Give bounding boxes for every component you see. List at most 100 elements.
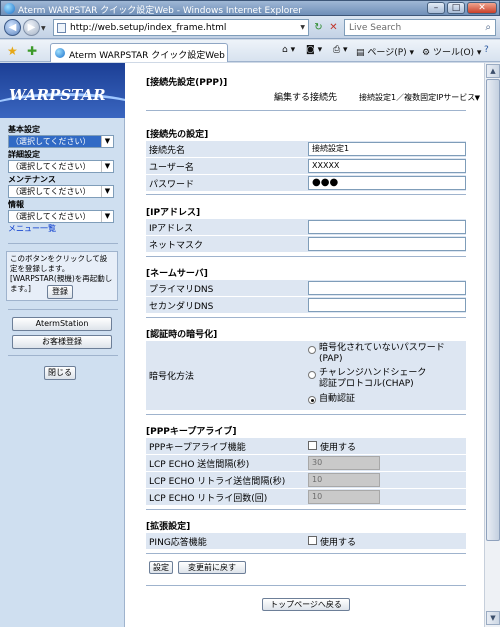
- feeds-icon[interactable]: ◙ ▾: [306, 45, 322, 55]
- username-input[interactable]: XXXXX: [308, 159, 466, 173]
- favorites-star-icon[interactable]: ★: [7, 44, 18, 58]
- username-label: ユーザー名: [149, 163, 194, 173]
- auth-label: 暗号化方法: [149, 372, 195, 382]
- search-icon[interactable]: ⌕: [485, 22, 491, 33]
- divider: [146, 256, 466, 257]
- lcp-retry-count-input[interactable]: 10: [308, 490, 380, 504]
- primary-dns-input[interactable]: [308, 281, 466, 295]
- ping-use-label: 使用する: [320, 538, 357, 548]
- maximize-button[interactable]: □: [447, 2, 465, 14]
- back-button[interactable]: ◀: [4, 19, 21, 36]
- lcp-interval-row: LCP ECHO 送信間隔(秒) 30: [146, 455, 466, 471]
- tools-menu-label: ツール(O): [432, 48, 475, 58]
- main-scrollbar[interactable]: ▲ ▼: [484, 63, 500, 627]
- menu-info-select[interactable]: （選択してください） ▼: [8, 210, 114, 223]
- divider: [8, 355, 118, 356]
- scroll-up-icon[interactable]: ▲: [486, 64, 500, 78]
- window-titlebar: Aterm WARPSTAR クイック設定Web - Windows Inter…: [0, 0, 500, 16]
- search-box[interactable]: Live Search ⌕: [344, 19, 496, 36]
- tab-page-icon: [55, 48, 65, 58]
- auth-pap-radio[interactable]: [308, 346, 316, 354]
- menu-basic: 基本設定 （選択してください） ▼: [8, 125, 114, 148]
- refresh-icon[interactable]: ↻: [311, 20, 326, 35]
- secondary-dns-input[interactable]: [308, 298, 466, 312]
- lcp-interval-input[interactable]: 30: [308, 456, 380, 470]
- ping-label: PING応答機能: [149, 538, 207, 548]
- edit-target-label: 編集する接続先: [274, 93, 338, 103]
- page-menu[interactable]: ▤ ページ(P) ▾: [356, 45, 414, 58]
- menu-info: 情報 （選択してください） ▼: [8, 200, 114, 223]
- register-button[interactable]: 登録: [47, 285, 73, 299]
- menu-advanced: 詳細設定 （選択してください） ▼: [8, 150, 114, 173]
- set-button[interactable]: 設定: [149, 561, 173, 574]
- menu-basic-label: 基本設定: [8, 125, 40, 134]
- ip-title: [IPアドレス]: [146, 208, 201, 218]
- tools-menu[interactable]: ⚙ ツール(O) ▾: [422, 45, 481, 58]
- auth-pap-text-2: (PAP): [319, 354, 343, 364]
- keepalive-use-label: 使用する: [320, 443, 357, 453]
- auth-auto-radio[interactable]: [308, 396, 316, 404]
- divider: [146, 553, 466, 554]
- menu-list-link[interactable]: メニュー一覧: [8, 223, 56, 234]
- aterm-station-button[interactable]: AtermStation: [12, 317, 112, 331]
- home-icon[interactable]: ⌂ ▾: [282, 45, 295, 55]
- auth-chap-text-2: 認証プロトコル(CHAP): [319, 379, 414, 389]
- forward-button[interactable]: ▶: [23, 19, 40, 36]
- lcp-retry-interval-input[interactable]: 10: [308, 473, 380, 487]
- divider: [146, 509, 466, 510]
- menu-advanced-select[interactable]: （選択してください） ▼: [8, 160, 114, 173]
- netmask-row: ネットマスク: [146, 236, 466, 252]
- secondary-dns-row: セカンダリDNS: [146, 297, 466, 313]
- menu-info-value: （選択してください）: [11, 212, 91, 221]
- netmask-input[interactable]: [308, 237, 466, 251]
- help-icon[interactable]: ?: [484, 45, 489, 55]
- back-to-top-button[interactable]: トップページへ戻る: [262, 598, 350, 611]
- edit-target-select[interactable]: 接続設定1／複数固定IPサービス ▼: [356, 91, 482, 105]
- chevron-down-icon: ▼: [101, 211, 113, 222]
- minimize-button[interactable]: –: [427, 2, 445, 14]
- close-button[interactable]: 閉じる: [44, 366, 76, 380]
- keepalive-title: [PPPキープアライブ]: [146, 427, 237, 437]
- ping-row: PING応答機能 使用する: [146, 533, 466, 549]
- ip-address-row: IPアドレス: [146, 219, 466, 235]
- conn-name-input[interactable]: 接続設定1: [308, 142, 466, 156]
- primary-dns-label: プライマリDNS: [149, 285, 214, 295]
- browser-tab[interactable]: Aterm WARPSTAR クイック設定Web: [50, 43, 228, 62]
- password-input[interactable]: ●●●: [308, 176, 466, 190]
- menu-advanced-value: （選択してください）: [11, 162, 91, 171]
- divider: [146, 585, 466, 586]
- menu-basic-select[interactable]: （選択してください） ▼: [8, 135, 114, 148]
- primary-dns-row: プライマリDNS: [146, 280, 466, 296]
- dns-title: [ネームサーバ]: [146, 269, 208, 279]
- address-dropdown-icon[interactable]: ▼: [300, 24, 305, 31]
- menu-maintenance-label: メンテナンス: [8, 175, 56, 184]
- keepalive-func-label: PPPキープアライブ機能: [149, 443, 246, 453]
- chevron-down-icon: ▼: [101, 161, 113, 172]
- menu-maintenance-value: （選択してください）: [11, 187, 91, 196]
- lcp-retry-count-label: LCP ECHO リトライ回数(回): [149, 494, 268, 504]
- scroll-thumb[interactable]: [486, 79, 500, 541]
- scroll-down-icon[interactable]: ▼: [486, 611, 500, 625]
- conn-title: [接続先の設定]: [146, 130, 209, 140]
- add-favorites-icon[interactable]: ✚: [27, 44, 37, 58]
- menu-maintenance-select[interactable]: （選択してください） ▼: [8, 185, 114, 198]
- ip-address-input[interactable]: [308, 220, 466, 234]
- stop-icon[interactable]: ✕: [326, 20, 341, 35]
- address-bar[interactable]: http://web.setup/index_frame.html ▼: [53, 19, 309, 36]
- customer-register-button[interactable]: お客様登録: [12, 335, 112, 349]
- divider: [8, 243, 118, 244]
- auth-title: [認証時の暗号化]: [146, 330, 218, 340]
- page-menu-label: ページ(P): [367, 48, 407, 58]
- ping-checkbox[interactable]: [308, 536, 317, 545]
- lcp-retry-interval-row: LCP ECHO リトライ送信間隔(秒) 10: [146, 472, 466, 488]
- auth-chap-radio[interactable]: [308, 371, 316, 379]
- divider: [146, 414, 466, 415]
- username-row: ユーザー名 XXXXX: [146, 158, 466, 174]
- print-icon[interactable]: ⎙ ▾: [333, 45, 348, 55]
- warpstar-logo: WARPSTAR: [0, 63, 125, 118]
- history-dropdown-icon[interactable]: ▼: [41, 25, 46, 32]
- chevron-down-icon: ▼: [101, 186, 113, 197]
- close-window-button[interactable]: ✕: [467, 2, 497, 14]
- revert-button[interactable]: 変更前に戻す: [178, 561, 246, 574]
- keepalive-checkbox[interactable]: [308, 441, 317, 450]
